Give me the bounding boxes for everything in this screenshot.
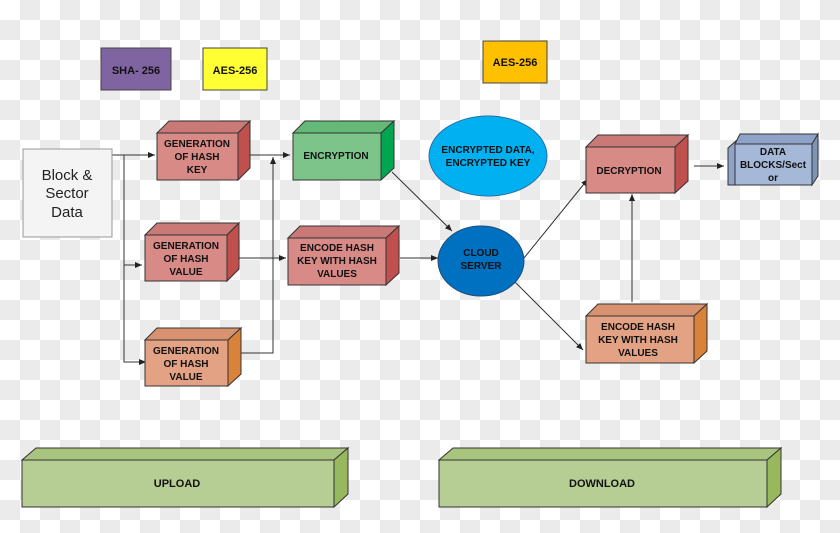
decryption-label: DECRYPTION: [596, 166, 661, 177]
legend-sha256-label: SHA- 256: [112, 65, 160, 77]
gen-hash-key-line1: GENERATION: [164, 139, 230, 150]
arrow-hashvalue2-up: [237, 157, 276, 354]
gen-hash-value-1-line3: VALUE: [169, 267, 202, 278]
download-label: DOWNLOAD: [569, 478, 635, 490]
cloud-server-node: CLOUD SERVER: [437, 225, 525, 297]
upload-label: UPLOAD: [154, 478, 201, 490]
data-blocks-line1: DATA: [760, 147, 786, 158]
decryption-node: DECRYPTION: [584, 133, 690, 195]
legend-aes256-upload: AES-256: [202, 47, 268, 91]
encode-download-line1: ENCODE HASH: [601, 322, 675, 333]
encryption-label: ENCRYPTION: [303, 151, 368, 162]
legend-aes256-download: AES-256: [482, 40, 548, 84]
arrow-cloud-to-decryption: [523, 178, 589, 259]
block-sector-line3: Data: [51, 204, 83, 221]
cloud-server-line2: SERVER: [461, 261, 503, 272]
legend-aes256-download-label: AES-256: [493, 57, 538, 69]
cloud-server-line1: CLOUD: [463, 248, 499, 259]
encode-download-node: ENCODE HASH KEY WITH HASH VALUES: [584, 302, 709, 365]
encode-upload-line3: VALUES: [317, 269, 357, 280]
download-phase-bar: DOWNLOAD: [437, 446, 783, 509]
gen-hash-value-2-line1: GENERATION: [153, 346, 219, 357]
gen-hash-value-node-2: GENERATION OF HASH VALUE: [143, 326, 243, 388]
gen-hash-key-line2: OF HASH: [175, 152, 220, 163]
encryption-node: ENCRYPTION: [291, 119, 396, 182]
gen-hash-value-1-line1: GENERATION: [153, 241, 219, 252]
gen-hash-value-node-1: GENERATION OF HASH VALUE: [143, 221, 241, 283]
gen-hash-value-1-line2: OF HASH: [164, 254, 209, 265]
block-sector-line2: Sector: [45, 185, 88, 202]
encode-download-line2: KEY WITH HASH: [598, 335, 678, 346]
upload-phase-bar: UPLOAD: [20, 446, 350, 509]
legend-aes256-upload-label: AES-256: [213, 65, 258, 77]
encrypted-data-line2: ENCRYPTED KEY: [446, 158, 531, 169]
gen-hash-key-line3: KEY: [187, 165, 208, 176]
data-blocks-node: DATA BLOCKS/Sect or: [727, 132, 819, 187]
gen-hash-key-node: GENERATION OF HASH KEY: [155, 119, 252, 182]
encrypted-data-node: ENCRYPTED DATA, ENCRYPTED KEY: [428, 115, 548, 197]
gen-hash-value-2-line3: VALUE: [169, 372, 202, 383]
encode-upload-line2: KEY WITH HASH: [297, 256, 377, 267]
data-blocks-line2: BLOCKS/Sect: [740, 160, 807, 171]
block-sector-data-node: Block & Sector Data: [22, 148, 113, 238]
encrypted-data-line1: ENCRYPTED DATA,: [441, 145, 534, 156]
encode-upload-line1: ENCODE HASH: [300, 243, 374, 254]
data-blocks-line3: or: [768, 173, 778, 184]
legend-sha256: SHA- 256: [100, 47, 172, 91]
arrow-cloud-to-encode-download: [514, 281, 584, 351]
diagram: SHA- 256 AES-256 AES-256 Block & Sector …: [20, 40, 819, 509]
encode-download-line3: VALUES: [618, 348, 658, 359]
gen-hash-value-2-line2: OF HASH: [164, 359, 209, 370]
encode-upload-node: ENCODE HASH KEY WITH HASH VALUES: [286, 224, 401, 287]
arrow-block-to-hashvalue2: [123, 155, 146, 365]
block-sector-line1: Block &: [42, 167, 93, 184]
